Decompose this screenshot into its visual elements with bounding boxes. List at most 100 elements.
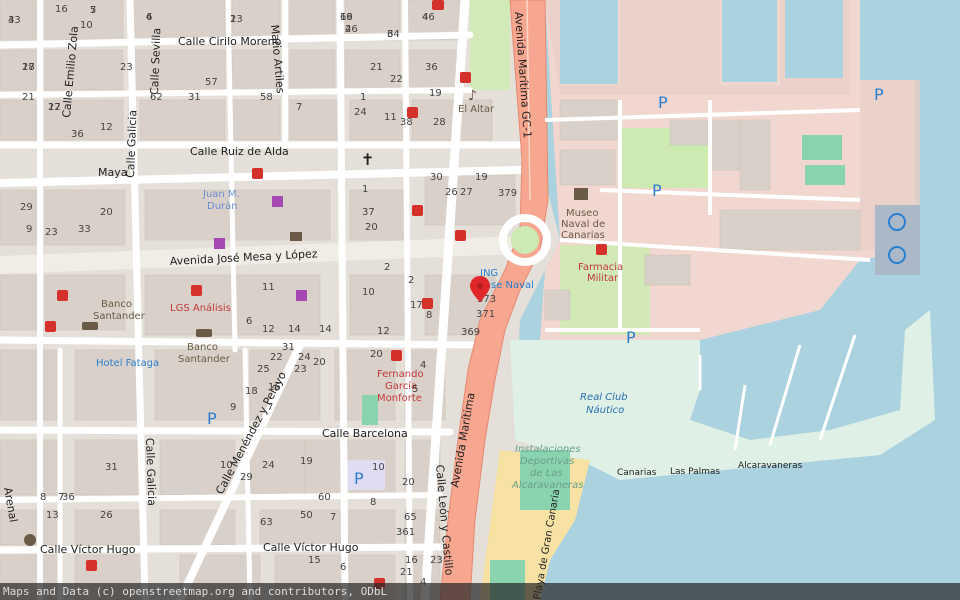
house-number: 1 bbox=[362, 184, 368, 195]
house-number: 22 bbox=[270, 352, 283, 363]
shop-icon bbox=[214, 238, 225, 249]
map-attribution[interactable]: Maps and Data (c) openstreetmap.org and … bbox=[0, 583, 960, 600]
house-number: 8 bbox=[370, 497, 376, 508]
house-number: 26 bbox=[445, 187, 458, 198]
helipad-area bbox=[875, 205, 920, 275]
post-office-icon bbox=[290, 232, 302, 241]
label-st-hugo-e: Calle Víctor Hugo bbox=[263, 541, 359, 554]
park-farmacia bbox=[560, 245, 650, 335]
house-number: 4 bbox=[420, 360, 426, 371]
house-number: 21 bbox=[370, 62, 383, 73]
house-number: 64 bbox=[387, 29, 400, 40]
house-number: 369 bbox=[461, 327, 480, 338]
pharmacy-icon bbox=[422, 298, 433, 309]
house-number: 63 bbox=[260, 517, 273, 528]
house-number: 9 bbox=[230, 402, 236, 413]
house-number: 24 bbox=[354, 107, 367, 118]
parking-icon: P bbox=[207, 409, 217, 428]
hospital-icon bbox=[432, 0, 444, 10]
pharmacy-icon bbox=[45, 321, 56, 332]
map-canvas[interactable]: Calle Cirilo Moreno Calle Emilio Zola Ca… bbox=[0, 0, 960, 600]
roundabout-center bbox=[511, 226, 539, 254]
museum-icon bbox=[574, 188, 588, 200]
house-number: 21 bbox=[400, 567, 413, 578]
park-north bbox=[470, 0, 510, 90]
house-number: 29 bbox=[20, 202, 33, 213]
house-number: 20 bbox=[402, 477, 415, 488]
parking-icon: P bbox=[874, 85, 884, 104]
shop-icon bbox=[272, 196, 283, 207]
house-number: 12 bbox=[100, 122, 113, 133]
house-number: 12 bbox=[377, 326, 390, 337]
house-number: 38 bbox=[400, 117, 413, 128]
house-number: 8 bbox=[426, 310, 432, 321]
house-number: 361 bbox=[396, 527, 415, 538]
house-number: 10 bbox=[80, 20, 93, 31]
label-pl-lgs: LGS Análisis bbox=[170, 302, 231, 314]
house-number: 18 bbox=[245, 386, 258, 397]
parking-icon: P bbox=[652, 181, 662, 200]
house-number: 66 bbox=[340, 12, 353, 23]
pharmacy-icon bbox=[191, 285, 202, 296]
house-number: 3 bbox=[8, 15, 14, 26]
house-number: 23 bbox=[294, 364, 307, 375]
label-st-barcelona: Calle Barcelona bbox=[322, 427, 408, 440]
house-number: 16 bbox=[405, 555, 418, 566]
house-number: 24 bbox=[298, 352, 311, 363]
shop-icon bbox=[296, 290, 307, 301]
house-number: 11 bbox=[262, 282, 275, 293]
label-st-cirilo: Calle Cirilo Moreno bbox=[178, 35, 282, 48]
label-st-ruiz: Calle Ruiz de Alda bbox=[190, 145, 289, 158]
house-number: 27 bbox=[22, 62, 35, 73]
house-number: 2 bbox=[230, 14, 236, 25]
house-number: 33 bbox=[78, 224, 91, 235]
green-square bbox=[362, 395, 378, 425]
house-number: 9 bbox=[26, 224, 32, 235]
house-number: 4 bbox=[146, 12, 152, 23]
house-number: 58 bbox=[260, 92, 273, 103]
house-number: 23 bbox=[120, 62, 133, 73]
house-number: 20 bbox=[370, 349, 383, 360]
dock-2 bbox=[560, 0, 618, 84]
house-number: 11 bbox=[384, 112, 397, 123]
house-number: 24 bbox=[262, 460, 275, 471]
pharmacy-icon bbox=[57, 290, 68, 301]
house-number: 36 bbox=[425, 62, 438, 73]
house-number: 16 bbox=[268, 382, 281, 393]
info-icon bbox=[24, 534, 36, 546]
house-number: 5 bbox=[90, 5, 96, 16]
house-number: 31 bbox=[105, 462, 118, 473]
house-number: 60 bbox=[318, 492, 331, 503]
house-number: 1 bbox=[360, 92, 366, 103]
house-number: 8 bbox=[40, 492, 46, 503]
house-number: 371 bbox=[476, 309, 495, 320]
house-number: 28 bbox=[433, 117, 446, 128]
house-number: 27 bbox=[460, 187, 473, 198]
pharmacy-icon bbox=[86, 560, 97, 571]
house-number: 20 bbox=[100, 207, 113, 218]
pharmacy-icon bbox=[596, 244, 607, 255]
house-number: 2 bbox=[408, 275, 414, 286]
house-number: 65 bbox=[404, 512, 417, 523]
label-st-canarias-pier: Canarias bbox=[617, 468, 657, 478]
dock-3 bbox=[785, 0, 843, 78]
house-number: 21 bbox=[22, 92, 35, 103]
house-number: 7 bbox=[267, 402, 273, 413]
house-number: 20 bbox=[365, 222, 378, 233]
pharmacy-icon bbox=[455, 230, 466, 241]
green-roof-1 bbox=[802, 135, 842, 160]
pharmacy-icon bbox=[252, 168, 263, 179]
house-number: 23 bbox=[430, 555, 443, 566]
house-number: 31 bbox=[282, 342, 295, 353]
house-number: 19 bbox=[300, 456, 313, 467]
house-number: 36 bbox=[62, 492, 75, 503]
church-icon: ✝ bbox=[361, 150, 374, 169]
music-icon: ♪ bbox=[468, 88, 477, 104]
house-number: 37 bbox=[362, 207, 375, 218]
parking-icon: P bbox=[626, 328, 636, 347]
house-number: 10 bbox=[362, 287, 375, 298]
label-pl-altar: El Altar bbox=[458, 104, 495, 115]
pharmacy-icon bbox=[391, 350, 402, 361]
house-number: 57 bbox=[205, 77, 218, 88]
house-number: 14 bbox=[319, 324, 332, 335]
